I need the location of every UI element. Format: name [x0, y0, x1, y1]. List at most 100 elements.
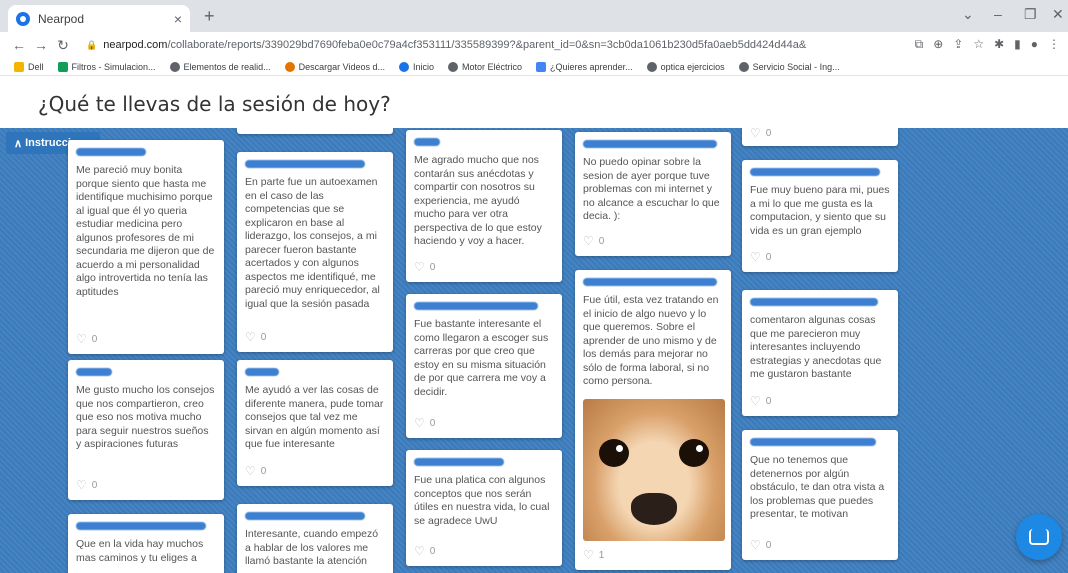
toolbar: ← → ↻ 🔒 nearpod.com/collaborate/reports/…	[0, 32, 1068, 58]
heart-icon: ♡	[76, 331, 87, 346]
like-button[interactable]: ♡ 0	[750, 249, 771, 265]
bookmark-item[interactable]: Dell	[14, 61, 44, 72]
post-card[interactable]: Fue una platica con algunos conceptos qu…	[406, 450, 562, 566]
like-button[interactable]: ♡ 0	[76, 477, 97, 493]
chat-launcher-button[interactable]	[1016, 514, 1062, 560]
new-tab-button[interactable]: +	[204, 6, 215, 27]
author-name-redacted	[750, 168, 880, 176]
bookmark-item[interactable]: optica ejercicios	[646, 61, 725, 72]
post-card[interactable]: Fue bastante interesante el como llegaro…	[406, 294, 562, 438]
bookmarks-bar: Dell Filtros - Simulacion... Elementos d…	[0, 58, 1068, 76]
post-text: Que en la vida hay muchos mas caminos y …	[76, 538, 204, 564]
like-button[interactable]: ♡ 1	[583, 547, 604, 563]
address-bar[interactable]: 🔒 nearpod.com/collaborate/reports/339029…	[86, 35, 886, 55]
heart-icon: ♡	[750, 249, 761, 264]
like-button[interactable]: ♡ 0	[750, 538, 771, 553]
site-icon	[398, 61, 409, 72]
zoom-icon[interactable]: ⊕	[933, 37, 943, 52]
bookmark-item[interactable]: Descargar Videos d...	[284, 61, 385, 72]
bookmark-item[interactable]: Inicio	[398, 61, 434, 72]
close-tab-icon[interactable]: ×	[174, 11, 182, 27]
translate-icon[interactable]: ⧉	[915, 37, 924, 52]
like-button[interactable]: ♡ 0	[750, 128, 771, 140]
share-icon[interactable]: ⇪	[953, 37, 963, 52]
author-name-redacted	[245, 368, 279, 376]
reload-icon[interactable]: ↻	[52, 37, 74, 54]
like-button[interactable]: ♡ 0	[414, 415, 435, 431]
site-icon	[57, 61, 68, 72]
heart-icon: ♡	[414, 259, 425, 274]
dog-eye	[679, 438, 709, 467]
post-card[interactable]: Interesante, cuando empezó a hablar de l…	[237, 504, 393, 573]
collaborate-board[interactable]: ∧ Instrucciones Me pareció muy bonita po…	[0, 128, 1068, 573]
heart-icon: ♡	[750, 128, 761, 140]
chat-icon	[1029, 529, 1049, 545]
author-name-redacted	[245, 160, 365, 168]
post-card[interactable]: Fue muy bueno para mi, pues a mi lo que …	[742, 160, 898, 272]
bookmark-item[interactable]: ¿Quieres aprender...	[536, 61, 633, 72]
post-card[interactable]: Fue útil, esta vez tratando en el inicio…	[575, 270, 731, 570]
author-name-redacted	[583, 140, 717, 148]
back-icon[interactable]: ←	[8, 37, 30, 53]
post-text: Fue bastante interesante el como llegaro…	[414, 318, 549, 398]
url-host: nearpod.com	[103, 39, 168, 51]
heart-icon: ♡	[245, 463, 256, 478]
heart-icon: ♡	[414, 415, 425, 430]
site-icon	[536, 61, 547, 72]
author-name-redacted	[76, 368, 112, 376]
lock-icon[interactable]: 🔒	[86, 40, 97, 51]
nearpod-favicon-icon	[16, 11, 30, 26]
post-image-dog	[583, 398, 725, 541]
like-button[interactable]: ♡ 0	[750, 394, 771, 409]
heart-icon: ♡	[76, 477, 87, 492]
post-card[interactable]: ♡ 0	[742, 128, 898, 146]
like-button[interactable]: ♡ 0	[245, 329, 266, 345]
like-button[interactable]: ♡ 0	[245, 463, 266, 479]
like-button[interactable]: ♡ 0	[583, 233, 604, 249]
maximize-icon[interactable]: ❐	[1024, 6, 1037, 23]
menu-icon[interactable]: ⋮	[1048, 37, 1060, 52]
browser-tab[interactable]: Nearpod ×	[8, 5, 190, 32]
post-card[interactable]: Que no tenemos que detenernos por algún …	[742, 430, 898, 560]
post-card[interactable]: No puedo opinar sobre la sesion de ayer …	[575, 132, 731, 256]
post-card[interactable]: Que en la vida hay muchos mas caminos y …	[68, 514, 224, 573]
post-card[interactable]: En parte fue un autoexamen en el caso de…	[237, 152, 393, 352]
chevron-up-icon: ∧	[14, 137, 23, 150]
bookmark-item[interactable]: Servicio Social - Ing...	[738, 61, 840, 72]
author-name-redacted	[750, 438, 876, 446]
bookmark-item[interactable]: Filtros - Simulacion...	[57, 61, 156, 72]
dog-nose	[631, 492, 677, 525]
heart-icon: ♡	[245, 329, 256, 344]
author-name-redacted	[583, 278, 717, 286]
like-button[interactable]: ♡ 0	[414, 259, 435, 275]
post-card[interactable]: Me gusto mucho los consejos que nos comp…	[68, 360, 224, 500]
author-name-redacted	[76, 148, 146, 156]
heart-icon: ♡	[583, 547, 594, 562]
bookmark-star-icon[interactable]: ☆	[973, 37, 984, 52]
profile-icon[interactable]: ●	[1031, 37, 1038, 52]
post-card[interactable]: Me pareció muy bonita porque siento que …	[68, 140, 224, 354]
sidepanel-icon[interactable]: ▮	[1014, 37, 1021, 52]
author-name-redacted	[414, 458, 504, 466]
page-title: ¿Qué te llevas de la sesión de hoy?	[38, 92, 391, 116]
site-icon	[284, 61, 295, 72]
author-name-redacted	[750, 298, 878, 306]
post-card[interactable]: Me agrado mucho que nos contarán sus ané…	[406, 130, 562, 282]
post-card[interactable]: Me ayudó a ver las cosas de diferente ma…	[237, 360, 393, 486]
bookmark-item[interactable]: Elementos de realid...	[169, 61, 271, 72]
tab-search-icon[interactable]: ⌄	[962, 6, 974, 23]
bookmark-item[interactable]: Motor Eléctrico	[448, 61, 522, 72]
post-text: Fue útil, esta vez tratando en el inicio…	[583, 294, 719, 387]
close-window-icon[interactable]: ✕	[1052, 6, 1064, 23]
post-text: Me ayudó a ver las cosas de diferente ma…	[245, 384, 384, 450]
author-name-redacted	[76, 522, 206, 530]
forward-icon[interactable]: →	[30, 37, 52, 53]
like-button[interactable]: ♡ 0	[76, 331, 97, 347]
globe-icon	[169, 61, 180, 72]
heart-icon: ♡	[583, 233, 594, 248]
post-card[interactable]	[237, 128, 393, 134]
like-button[interactable]: ♡ 0	[414, 544, 435, 559]
minimize-icon[interactable]: –	[994, 6, 1002, 22]
extensions-icon[interactable]: ✱	[994, 37, 1004, 52]
post-card[interactable]: comentaron algunas cosas que me parecier…	[742, 290, 898, 416]
